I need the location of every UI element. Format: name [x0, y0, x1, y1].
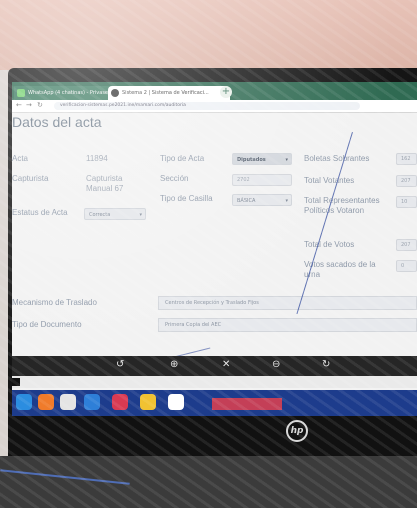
- desk-surface: [0, 456, 417, 508]
- acta-label: Acta: [12, 154, 29, 163]
- tab-label: WhatsApp (4 chatinas) - Privasec...: [28, 90, 116, 96]
- store-icon[interactable]: [168, 394, 184, 410]
- total-votos-label: Total de Votos: [304, 240, 355, 249]
- total-votantes-field[interactable]: 207: [396, 175, 417, 187]
- url-field[interactable]: verificacion-sistemas.pe2021.ine/mamari.…: [54, 102, 360, 110]
- cable: [0, 469, 130, 485]
- desktop-strip: [12, 376, 417, 388]
- representantes-label: Total Representantes Políticos Votaron: [304, 196, 380, 215]
- chevron-down-icon: ▾: [139, 212, 142, 218]
- estatus-value: Correcta: [89, 212, 111, 218]
- folder-icon[interactable]: [140, 394, 156, 410]
- estatus-select[interactable]: Correcta ▾: [84, 208, 146, 220]
- expand-icon[interactable]: ✕: [222, 359, 230, 370]
- zoom-out-icon[interactable]: ⊖: [272, 359, 280, 370]
- total-votos-field[interactable]: 207: [396, 239, 417, 251]
- tipo-doc-field[interactable]: Primera Copia del AEC: [158, 318, 417, 332]
- seccion-field[interactable]: 2702: [232, 174, 292, 186]
- seccion-label: Sección: [160, 174, 189, 183]
- firefox-icon[interactable]: [38, 394, 54, 410]
- tipo-casilla-select[interactable]: BÁSICA ▾: [232, 194, 292, 206]
- back-icon[interactable]: ←: [16, 101, 22, 109]
- viewer-toolbar: ↺ ⊕ ✕ ⊖ ↻: [12, 356, 417, 376]
- boletas-field[interactable]: 162: [396, 153, 417, 165]
- undo-icon[interactable]: ↺: [116, 359, 124, 370]
- mecanismo-label: Mecanismo de Traslado: [12, 298, 97, 307]
- pdf-icon[interactable]: [112, 394, 128, 410]
- windows-icon[interactable]: [16, 394, 32, 410]
- capturista-label: Capturista: [12, 174, 49, 183]
- reload-icon[interactable]: ↻: [37, 101, 43, 109]
- tab-auditoria[interactable]: Sistema 2 | Sistema de Verificaci... ×: [108, 86, 230, 100]
- zoom-in-icon[interactable]: ⊕: [170, 359, 178, 370]
- chevron-down-icon: ▾: [285, 198, 288, 204]
- taskbar: [12, 390, 417, 416]
- tipo-casilla-label: Tipo de Casilla: [160, 194, 213, 203]
- boletas-label: Boletas Sobrantes: [304, 154, 370, 163]
- monitor-chin: [8, 416, 417, 456]
- representantes-field[interactable]: 10: [396, 196, 417, 208]
- tipo-casilla-value: BÁSICA: [237, 198, 256, 204]
- wall-background: [0, 0, 417, 70]
- acta-value: 11894: [86, 154, 108, 163]
- tab-label: Sistema 2 | Sistema de Verificaci...: [122, 90, 209, 96]
- tipo-acta-value: Diputados: [237, 157, 266, 163]
- tipo-doc-label: Tipo de Documento: [12, 320, 82, 329]
- capturista-value: Capturista Manual 67: [86, 174, 124, 193]
- forward-icon[interactable]: →: [26, 101, 32, 109]
- address-bar: ← → ↻ verificacion-sistemas.pe2021.ine/m…: [12, 100, 417, 113]
- monitor-screen: WhatsApp (4 chatinas) - Privasec... × Si…: [12, 82, 417, 397]
- browser-tab-bar: WhatsApp (4 chatinas) - Privasec... × Si…: [12, 82, 417, 100]
- new-tab-button[interactable]: +: [220, 86, 232, 98]
- chrome-icon[interactable]: [60, 394, 76, 410]
- mecanismo-field[interactable]: Centros de Recepción y Traslado Fijos: [158, 296, 417, 310]
- whatsapp-icon: [17, 89, 25, 97]
- total-votantes-label: Total Votantes: [304, 176, 355, 185]
- tab-whatsapp[interactable]: WhatsApp (4 chatinas) - Privasec... ×: [14, 86, 120, 100]
- hp-logo: hp: [286, 420, 308, 442]
- tipo-acta-select[interactable]: Diputados ▾: [232, 153, 292, 165]
- chevron-down-icon: ▾: [285, 157, 288, 163]
- estatus-label: Estatus de Acta: [12, 208, 68, 217]
- taskbar-window[interactable]: [212, 398, 282, 410]
- edge-icon[interactable]: [84, 394, 100, 410]
- votos-urna-field[interactable]: 0: [396, 260, 417, 272]
- page-title: Datos del acta: [12, 114, 102, 130]
- desktop-block: [12, 378, 20, 386]
- redo-icon[interactable]: ↻: [322, 359, 330, 370]
- votos-urna-label: Votos sacados de la urna: [304, 260, 376, 279]
- site-icon: [111, 89, 119, 97]
- tipo-acta-label: Tipo de Acta: [160, 154, 205, 163]
